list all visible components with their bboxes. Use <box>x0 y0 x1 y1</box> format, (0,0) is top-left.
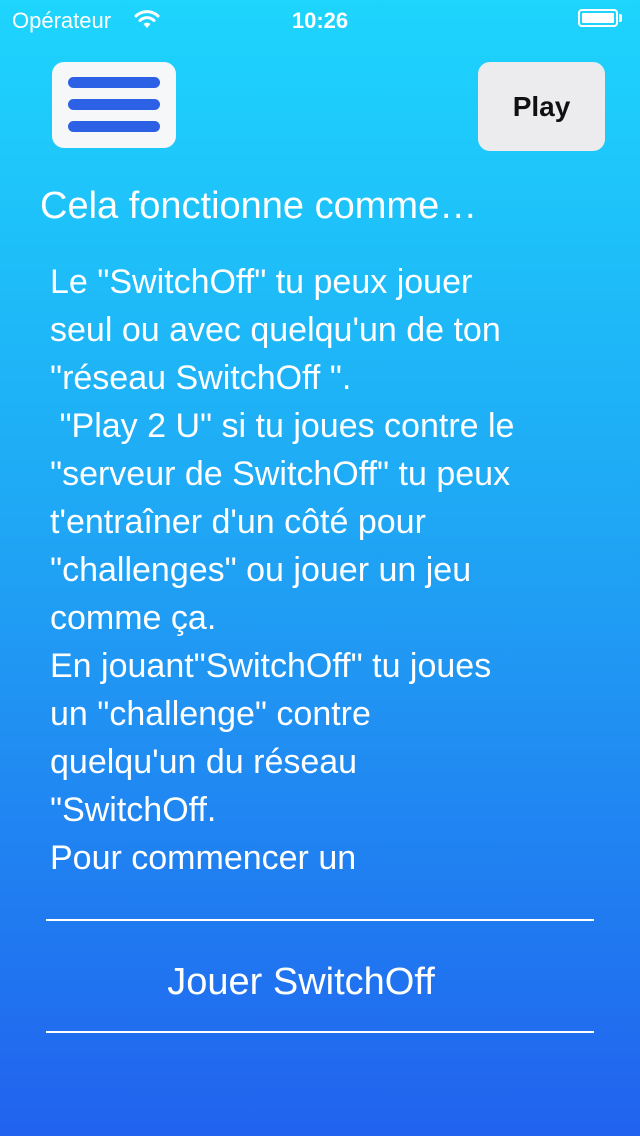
description-line: "réseau SwitchOff ". <box>50 359 352 397</box>
description-line: "Play 2 U" si tu joues contre le <box>50 407 515 445</box>
status-bar: Opérateur 10:26 <box>0 0 640 40</box>
description-line: "challenges" ou jouer un jeu <box>50 551 472 589</box>
status-time: 10:26 <box>291 8 349 33</box>
menu-button[interactable] <box>52 62 176 148</box>
description-line: comme ça. <box>50 599 217 637</box>
play-button[interactable]: Play <box>478 62 605 151</box>
battery-icon <box>578 9 626 29</box>
description-line: un "challenge" contre <box>50 695 371 733</box>
description-line: "SwitchOff. <box>50 791 217 829</box>
description-line: "serveur de SwitchOff" tu peux <box>50 455 511 493</box>
page-title: Cela fonctionne comme… <box>40 185 478 227</box>
description-line: seul ou avec quelqu'un de ton <box>50 311 501 349</box>
description-line: En jouant"SwitchOff" tu joues <box>50 647 492 685</box>
top-divider <box>46 919 594 921</box>
description-text[interactable]: Le "SwitchOff" tu peux jouer seul ou ave… <box>50 258 610 878</box>
description-line: Le "SwitchOff" tu peux jouer <box>50 263 473 301</box>
description-line: quelqu'un du réseau <box>50 743 358 781</box>
description-line: Pour commencer un <box>50 839 357 877</box>
battery-level <box>582 13 614 23</box>
description-line: t'entraîner d'un côté pour <box>50 503 426 541</box>
play-switchoff-button[interactable]: Jouer SwitchOff <box>46 942 556 1022</box>
bottom-divider <box>46 1031 594 1033</box>
